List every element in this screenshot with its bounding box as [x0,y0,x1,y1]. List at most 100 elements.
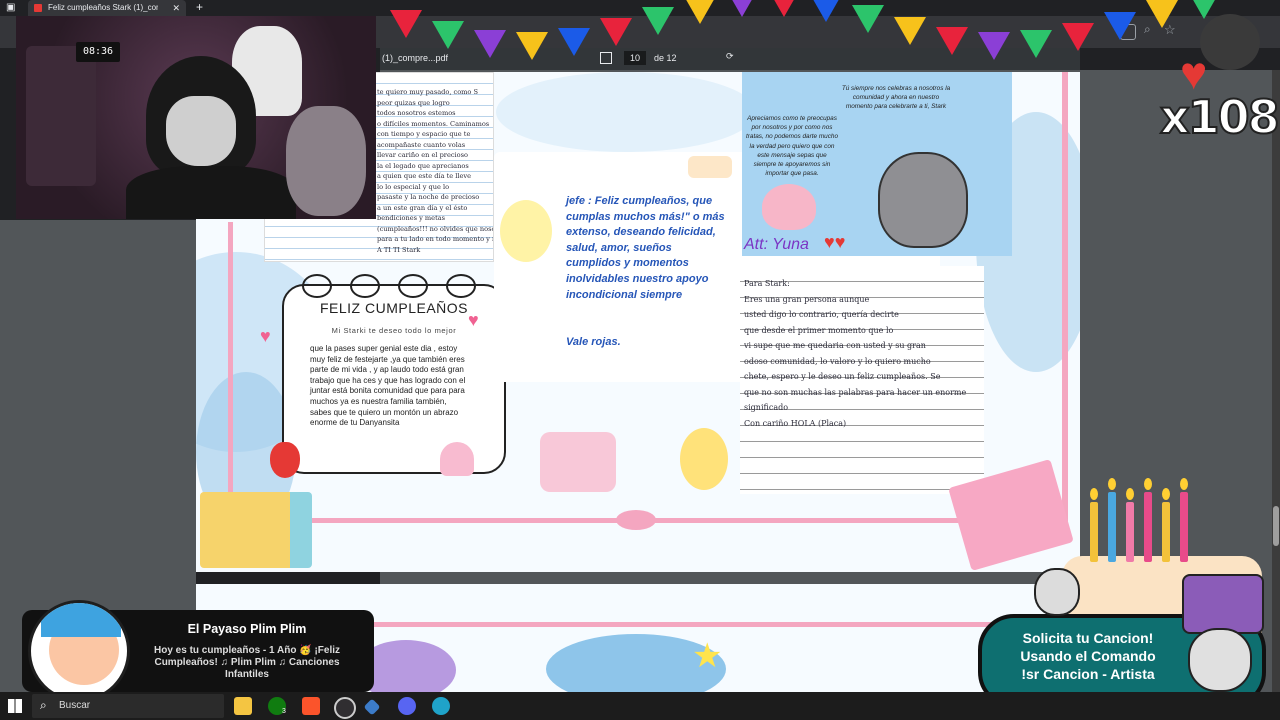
pink-ribbon-vertical [1062,72,1068,542]
handwritten-line: Para Stark: [744,279,790,288]
avatar [1200,14,1260,70]
handwritten-line: con tiempo y espacio que te [377,130,471,138]
edge-browser-icon[interactable] [432,697,450,715]
bunting-flag [768,0,800,17]
handwritten-line: que no son muchas las palabras para hace… [744,387,967,397]
file-explorer-icon[interactable] [234,697,252,715]
heart-icon: ♥ [260,326,271,346]
handwritten-line: chete, espero y le deseo un feliz cumple… [744,372,941,381]
cake-icon [540,432,616,492]
flame-icon [1090,488,1098,500]
gift-box-icon [200,492,312,568]
bunting-flag [1146,0,1178,28]
flame-icon [1162,488,1170,500]
handwritten-line: vi supe que me quedaria con usted y su g… [744,341,926,350]
strawberry-icon [270,442,300,478]
binder-ring [446,274,476,298]
candle-icon [1090,488,1098,562]
heart-icon: ♥ [468,310,479,330]
notification-title: El Payaso Plim Plim [187,622,307,636]
lined-letter: Para Stark: Eres una gran persona aunque u… [740,266,984,494]
notification-avatar [28,600,130,702]
tab-title: Feliz cumpleaños Stark (1)_compr [48,3,158,12]
streamer-skull-mask [166,96,236,166]
duck-icon [500,200,552,262]
fur-pillow [286,106,366,216]
pdf-icon [34,4,42,12]
message-blue-signature: Vale rojas. [566,336,621,348]
flame-icon [1108,478,1116,490]
wall-clock-display: 08:36 [76,42,120,62]
xbox-badge: 3 [282,708,286,715]
scrollbar-thumb[interactable] [1273,506,1279,546]
handwritten-line: pasaste y la noche de precioso [377,193,480,201]
handwritten-line: (cumpleaños!!! no olvides que nosotros e… [377,224,493,233]
card-body: que la pases super genial este dia , est… [310,344,466,428]
webcam-feed: 08:36 [16,16,376,219]
candle-icon [1126,488,1134,562]
bunting-flag [894,17,926,45]
song-request-line3: !sr Cancion - Artista [1021,666,1155,682]
song-request-line2: Usando el Comando [1020,648,1156,664]
handwritten-line: todos nosotros estemos [377,109,456,117]
handwritten-line: que desde el primer momento que lo [744,325,894,335]
pink-ribbon-bow [616,510,656,530]
duck-icon [680,428,728,490]
bunting-flags [370,0,1280,90]
flame-icon [1126,488,1134,500]
shelf-decor [26,46,96,186]
handwritten-line: A TI TI Stark [377,245,421,254]
bunting-flag [936,27,968,55]
bunting-flag [978,32,1010,60]
cupcake-icon [440,442,474,476]
browser-menu-icon[interactable]: ▣ [6,2,18,14]
bunting-flag [1188,0,1220,19]
candle-icon [1144,478,1152,562]
bunting-flag [432,21,464,49]
bunting-flag [600,18,632,46]
windows-start-icon[interactable] [8,699,22,713]
bunting-flag [852,5,884,33]
bunting-flag [390,10,422,38]
pink-ribbon-vertical [228,222,233,512]
handwritten-line: peor quizas que logro [377,98,450,107]
clown-hat-icon [41,603,121,637]
binder-ring [350,274,380,298]
skull-mascot-icon [1034,568,1080,616]
candle-icon [1180,478,1188,562]
handwritten-line: Eres una gran persona aunque [744,294,870,304]
handwritten-line: a un este gran día y el ésto [377,203,468,212]
boombox-icon [1182,574,1264,634]
taskbar-search[interactable]: ⌕ Buscar [32,694,224,718]
scrollbar[interactable] [1272,70,1280,692]
browser-tab[interactable]: Feliz cumpleaños Stark (1)_compr ✕ [28,0,186,16]
search-placeholder: Buscar [59,700,91,711]
handwritten-line: la el legado que aprecianos [377,161,469,170]
brave-browser-icon[interactable] [302,697,320,715]
cat-illustration [878,152,968,248]
bunting-flag [1020,30,1052,58]
streamer-body [126,166,296,219]
new-tab-icon[interactable]: + [196,0,203,14]
handwritten-line: a quien que este día te lleve [377,172,471,180]
skull-mascot-icon [1188,628,1252,692]
bunting-flag [558,28,590,56]
handwritten-line: bendiciones y metas [377,214,446,222]
notification-card[interactable]: El Payaso Plim Plim Hoy es tu cumpleaños… [22,600,374,702]
discord-icon[interactable] [398,697,416,715]
handwritten-line: Con cariño HOLA (Placa) [744,418,847,428]
obs-icon[interactable] [334,697,356,719]
handwritten-line: llevar cariño en el precioso [377,151,468,159]
song-request-line1: Solicita tu Cancion! [1022,630,1154,646]
flame-icon [1180,478,1188,490]
star-icon: ★ [692,637,723,675]
bunting-flag [810,0,842,22]
candles [1090,478,1200,564]
bunting-flag [516,32,548,60]
bunting-flag [642,7,674,35]
candle-icon [1108,478,1116,562]
heart-frame-icon [762,184,816,230]
notification-body: Hoy es tu cumpleaños - 1 Año 🥳 ¡Feliz Cu… [154,645,340,680]
binder-ring [398,274,428,298]
close-tab-icon[interactable]: ✕ [172,0,180,16]
